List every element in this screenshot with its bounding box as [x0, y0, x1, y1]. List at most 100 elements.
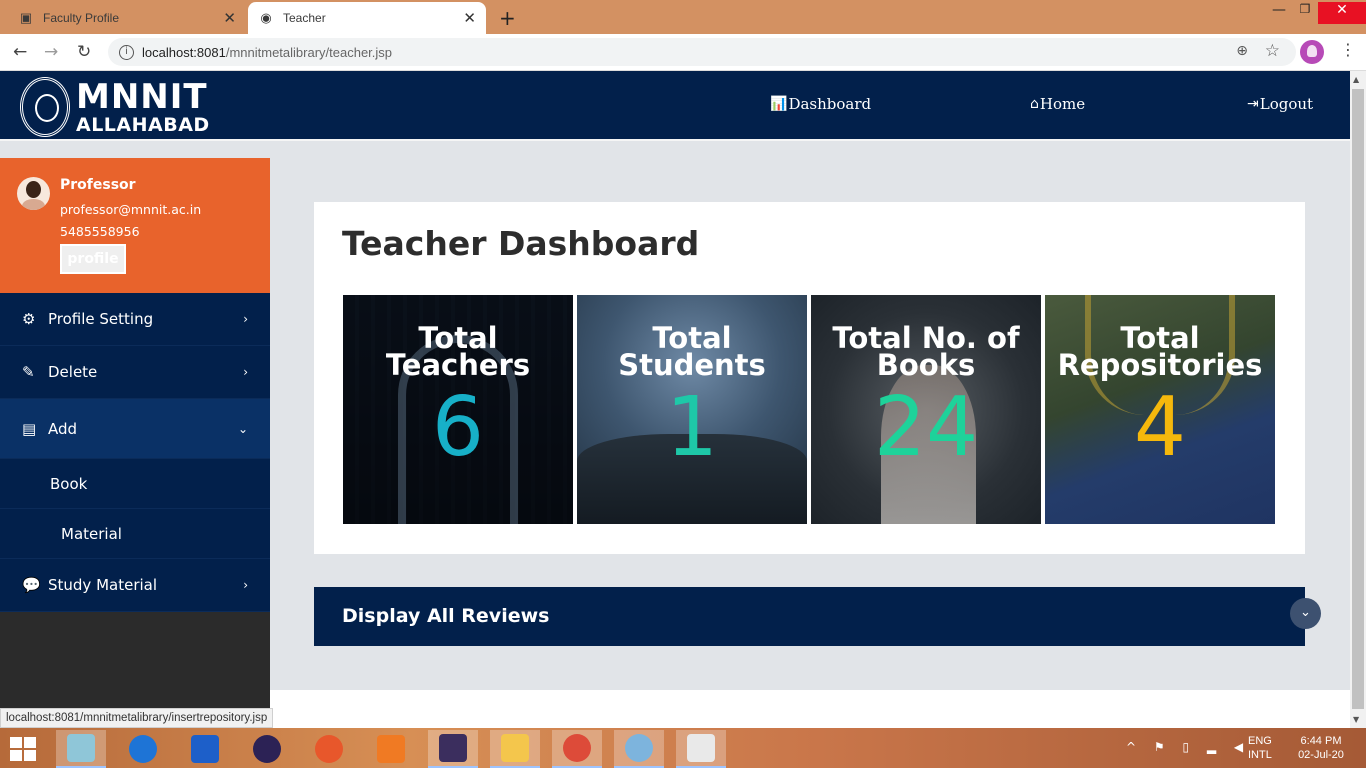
stat-label: Total Repositories	[1057, 321, 1263, 382]
home-icon: ⌂	[1030, 96, 1039, 112]
profile-button[interactable]: profile	[60, 244, 126, 274]
reload-icon[interactable]: ↻	[77, 42, 91, 62]
taskbar-notepad-icon[interactable]	[56, 730, 106, 768]
sidebar-menu: ⚙ Profile Setting › ✎ Delete › ▤ Add ⌄ B…	[0, 293, 270, 612]
stat-tile-students[interactable]: Total Students 1	[577, 295, 807, 524]
forward-arrow-icon[interactable]: →	[44, 42, 58, 62]
page-favicon-icon: ▣	[19, 10, 33, 25]
stats-tiles: Total Teachers 6 Total Students 1 Total …	[343, 295, 1275, 524]
mnnit-logo[interactable]: MNNIT ALLAHABAD	[20, 77, 210, 137]
nav-logout-link[interactable]: ⇥ Logout	[1247, 95, 1313, 113]
profile-name: Professor	[60, 177, 136, 193]
tab-close-icon[interactable]: ✕	[463, 9, 476, 27]
sidebar-item-delete[interactable]: ✎ Delete ›	[0, 346, 270, 399]
tab-faculty-profile[interactable]: ▣ Faculty Profile ✕	[8, 2, 246, 34]
taskbar-foxit-pdf-icon[interactable]	[366, 730, 416, 768]
minimize-button[interactable]: —	[1270, 2, 1288, 22]
taskbar-settings-icon[interactable]	[118, 730, 168, 768]
reviews-title: Display All Reviews	[342, 605, 550, 627]
gears-icon: ⚙	[22, 310, 36, 328]
page-scrollbar[interactable]: ▲ ▼	[1350, 71, 1366, 728]
site-info-icon[interactable]: i	[119, 44, 134, 60]
windows-taskbar: ^ ⚑ ▯ ▂ ◀ ENG INTL 6:44 PM 02-Jul-20	[0, 728, 1366, 768]
taskbar-defender-icon[interactable]	[180, 730, 230, 768]
url-field[interactable]: i localhost:8081/mnnitmetalibrary/teache…	[108, 38, 1296, 66]
page-title: Teacher Dashboard	[342, 224, 700, 263]
pencil-icon: ✎	[22, 363, 35, 381]
profile-card: Professor professor@mnnit.ac.in 54855589…	[0, 158, 270, 293]
back-arrow-icon[interactable]: ←	[13, 42, 27, 62]
dashboard-card: Teacher Dashboard Total Teachers 6 Total…	[314, 202, 1305, 554]
taskbar-file-explorer-icon[interactable]	[490, 730, 540, 768]
windows-start-icon[interactable]	[10, 737, 36, 761]
bar-chart-icon: 📊	[770, 96, 788, 112]
profile-email: professor@mnnit.ac.in	[60, 202, 202, 217]
taskbar-reader-icon[interactable]	[676, 730, 726, 768]
nav-home-link[interactable]: ⌂ Home	[1030, 95, 1085, 113]
stat-value: 4	[1133, 380, 1187, 475]
taskbar-clock[interactable]: 6:44 PM 02-Jul-20	[1291, 734, 1351, 762]
window-close-button[interactable]: ✕	[1318, 2, 1366, 24]
nav-home-label: Home	[1039, 95, 1086, 113]
scroll-up-arrow-icon[interactable]: ▲	[1353, 75, 1359, 84]
avatar	[17, 177, 50, 210]
taskbar-paint-icon[interactable]	[614, 730, 664, 768]
stat-label: Total Students	[618, 321, 766, 382]
stat-label: Total No. of Books	[832, 321, 1020, 382]
logo-line-2: ALLAHABAD	[76, 113, 210, 136]
sidebar-subitem-book[interactable]: Book	[0, 459, 270, 509]
nav-dashboard-link[interactable]: 📊 Dashboard	[770, 95, 871, 113]
globe-icon: ◉	[260, 10, 272, 25]
chevron-right-icon: ›	[243, 365, 248, 379]
url-text: localhost:8081/mnnitmetalibrary/teacher.…	[142, 44, 393, 60]
stat-label: Total Teachers	[385, 321, 531, 382]
site-navbar: MNNIT ALLAHABAD 📊 Dashboard ⌂ Home ⇥ Log…	[0, 71, 1350, 141]
system-tray-icons[interactable]: ^ ⚑ ▯ ▂ ◀	[1126, 740, 1250, 754]
sidebar-subitem-material[interactable]: Material	[0, 509, 270, 559]
profile-phone: 5485558956	[60, 224, 140, 239]
sidebar-item-profile-setting[interactable]: ⚙ Profile Setting ›	[0, 293, 270, 346]
book-icon: ▤	[22, 419, 37, 438]
institute-seal-icon	[20, 77, 70, 137]
sidebar-item-label: Add	[48, 419, 78, 438]
stat-value: 1	[665, 380, 719, 475]
address-bar-row: ← → ↻ i localhost:8081/mnnitmetalibrary/…	[0, 34, 1366, 71]
new-tab-button[interactable]: +	[499, 6, 516, 30]
stat-value: 6	[431, 380, 485, 475]
chevron-right-icon: ›	[243, 578, 248, 592]
link-status-tooltip: localhost:8081/mnnitmetalibrary/insertre…	[0, 708, 274, 728]
stat-tile-books[interactable]: Total No. of Books 24	[811, 295, 1041, 524]
stat-tile-teachers[interactable]: Total Teachers 6	[343, 295, 573, 524]
sidebar-item-label: Study Material	[48, 576, 158, 594]
sidebar-item-label: Delete	[48, 363, 98, 381]
logo-line-1: MNNIT	[76, 76, 208, 117]
sidebar-item-add[interactable]: ▤ Add ⌄	[0, 399, 270, 459]
nav-logout-label: Logout	[1259, 95, 1314, 113]
chat-icon: 💬	[22, 576, 41, 594]
zoom-icon[interactable]: ⊕	[1236, 43, 1248, 59]
stat-value: 24	[873, 380, 979, 475]
taskbar-javaee-ide-icon[interactable]	[428, 730, 478, 768]
nav-dashboard-label: Dashboard	[788, 95, 872, 113]
taskbar-chrome-icon[interactable]	[552, 730, 602, 768]
page-viewport: MNNIT ALLAHABAD 📊 Dashboard ⌂ Home ⇥ Log…	[0, 71, 1350, 728]
tab-title: Faculty Profile	[43, 11, 120, 25]
browser-profile-avatar[interactable]	[1300, 40, 1324, 64]
taskbar-eclipse-icon[interactable]	[242, 730, 292, 768]
tab-teacher[interactable]: ◉ Teacher ✕	[248, 2, 486, 34]
stat-tile-repositories[interactable]: Total Repositories 4	[1045, 295, 1275, 524]
sidebar-item-study-material[interactable]: 💬 Study Material ›	[0, 559, 270, 612]
input-language[interactable]: ENG INTL	[1248, 734, 1272, 762]
scroll-down-arrow-icon[interactable]: ▼	[1353, 715, 1359, 724]
chevron-right-icon: ›	[243, 312, 248, 326]
tab-close-icon[interactable]: ✕	[223, 9, 236, 27]
sidebar: Professor professor@mnnit.ac.in 54855589…	[0, 158, 270, 728]
logout-icon: ⇥	[1247, 96, 1259, 112]
browser-menu-icon[interactable]: ⋮	[1340, 40, 1356, 59]
chevron-down-icon[interactable]: ⌄	[1290, 598, 1321, 629]
taskbar-firefox-icon[interactable]	[304, 730, 354, 768]
reviews-panel-header[interactable]: Display All Reviews	[314, 587, 1305, 646]
restore-button[interactable]: ❐	[1296, 2, 1314, 22]
bookmark-star-icon[interactable]: ☆	[1265, 41, 1280, 61]
scrollbar-thumb[interactable]	[1352, 89, 1364, 709]
